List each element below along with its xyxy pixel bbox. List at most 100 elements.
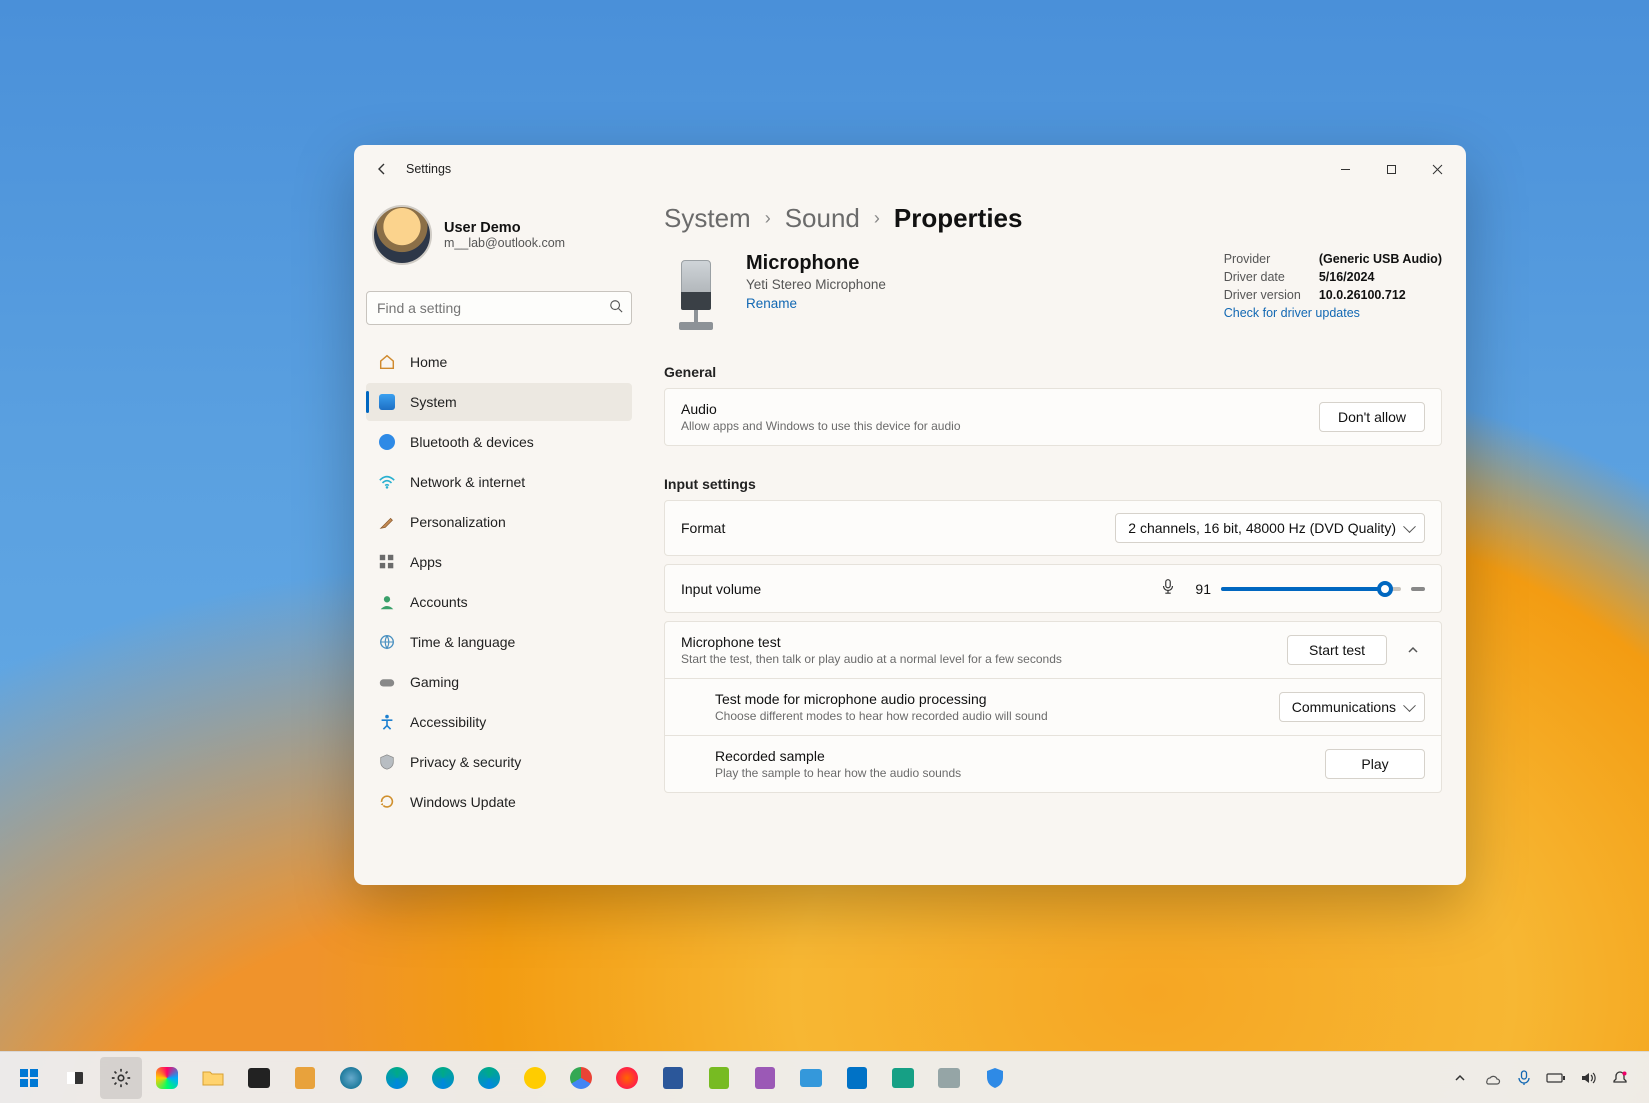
chrome-canary-icon[interactable] [514, 1057, 556, 1099]
nav-label: System [410, 394, 457, 410]
nav-label: Accounts [410, 594, 468, 610]
collapse-chevron[interactable] [1401, 638, 1425, 662]
section-general: General [664, 364, 1442, 380]
outlook-icon[interactable] [836, 1057, 878, 1099]
globe-icon [378, 633, 396, 651]
search-input[interactable] [377, 300, 609, 316]
minimize-button[interactable] [1322, 153, 1368, 185]
crumb-sound[interactable]: Sound [785, 203, 860, 234]
nav-network[interactable]: Network & internet [366, 463, 632, 501]
nav-label: Time & language [410, 634, 515, 650]
explorer-icon[interactable] [192, 1057, 234, 1099]
search-icon [609, 299, 623, 318]
nav-privacy[interactable]: Privacy & security [366, 743, 632, 781]
nav-bluetooth[interactable]: Bluetooth & devices [366, 423, 632, 461]
settings-window: Settings User Demo m__lab@outlook.com [354, 145, 1466, 885]
chevron-right-icon: › [765, 208, 771, 229]
nav-label: Network & internet [410, 474, 525, 490]
word-icon[interactable] [652, 1057, 694, 1099]
format-select[interactable]: 2 channels, 16 bit, 48000 Hz (DVD Qualit… [1115, 513, 1425, 543]
microphone-tray-icon[interactable] [1511, 1062, 1537, 1094]
update-icon [378, 793, 396, 811]
nav-system[interactable]: System [366, 383, 632, 421]
copilot-icon[interactable] [146, 1057, 188, 1099]
wifi-icon [378, 473, 396, 491]
test-mode-select[interactable]: Communications [1279, 692, 1425, 722]
window-title: Settings [406, 162, 451, 176]
firefox-icon[interactable] [606, 1057, 648, 1099]
crumb-system[interactable]: System [664, 203, 751, 234]
nav: Home System Bluetooth & devices Network … [366, 343, 632, 821]
app-icon-2[interactable] [330, 1057, 372, 1099]
volume-card: Input volume 91 [664, 564, 1442, 613]
volume-tray-icon[interactable] [1575, 1062, 1601, 1094]
nav-accessibility[interactable]: Accessibility [366, 703, 632, 741]
play-button[interactable]: Play [1325, 749, 1425, 779]
app-icon-3[interactable] [698, 1057, 740, 1099]
audio-label: Audio [681, 401, 1305, 417]
test-mode-label: Test mode for microphone audio processin… [715, 691, 1265, 707]
nav-label: Personalization [410, 514, 506, 530]
provider-label: Provider [1224, 252, 1301, 266]
avatar [372, 205, 432, 265]
device-title: Microphone [746, 252, 1206, 275]
nav-label: Home [410, 354, 447, 370]
nav-apps[interactable]: Apps [366, 543, 632, 581]
nav-label: Accessibility [410, 714, 486, 730]
main-pane: System › Sound › Properties Microphone Y… [644, 193, 1466, 885]
nav-label: Gaming [410, 674, 459, 690]
sample-label: Recorded sample [715, 748, 1311, 764]
general-card: Audio Allow apps and Windows to use this… [664, 388, 1442, 446]
app-icon-7[interactable] [928, 1057, 970, 1099]
edge-canary-icon[interactable] [376, 1057, 418, 1099]
taskbar [0, 1051, 1649, 1103]
driver-version-value: 10.0.26100.712 [1319, 288, 1442, 302]
volume-slider[interactable] [1221, 587, 1401, 591]
edge-beta-icon[interactable] [422, 1057, 464, 1099]
app-icon-4[interactable] [744, 1057, 786, 1099]
device-subtitle: Yeti Stereo Microphone [746, 277, 1206, 292]
terminal-icon[interactable] [238, 1057, 280, 1099]
dont-allow-button[interactable]: Don't allow [1319, 402, 1425, 432]
test-mode-desc: Choose different modes to hear how recor… [715, 709, 1265, 723]
nav-personalization[interactable]: Personalization [366, 503, 632, 541]
nav-gaming[interactable]: Gaming [366, 663, 632, 701]
breadcrumb: System › Sound › Properties [664, 203, 1442, 234]
nav-label: Privacy & security [410, 754, 521, 770]
search-box[interactable] [366, 291, 632, 325]
device-header: Microphone Yeti Stereo Microphone Rename… [664, 252, 1442, 358]
person-icon [378, 593, 396, 611]
chrome-icon[interactable] [560, 1057, 602, 1099]
driver-update-link[interactable]: Check for driver updates [1224, 306, 1442, 320]
nav-home[interactable]: Home [366, 343, 632, 381]
app-icon-6[interactable] [882, 1057, 924, 1099]
format-card: Format 2 channels, 16 bit, 48000 Hz (DVD… [664, 500, 1442, 556]
driver-info: Provider (Generic USB Audio) Driver date… [1224, 252, 1442, 338]
rename-link[interactable]: Rename [746, 296, 797, 311]
tray-chevron-icon[interactable] [1447, 1062, 1473, 1094]
start-test-button[interactable]: Start test [1287, 635, 1387, 665]
app-icon-5[interactable] [790, 1057, 832, 1099]
close-button[interactable] [1414, 153, 1460, 185]
edge-dev-icon[interactable] [468, 1057, 510, 1099]
driver-version-label: Driver version [1224, 288, 1301, 302]
taskview-icon[interactable] [54, 1057, 96, 1099]
nav-update[interactable]: Windows Update [366, 783, 632, 821]
driver-date-label: Driver date [1224, 270, 1301, 284]
apps-icon [378, 553, 396, 571]
settings-taskbar-icon[interactable] [100, 1057, 142, 1099]
notification-icon[interactable] [1607, 1062, 1633, 1094]
battery-icon[interactable] [1543, 1062, 1569, 1094]
maximize-button[interactable] [1368, 153, 1414, 185]
mic-test-label: Microphone test [681, 634, 1273, 650]
back-button[interactable] [364, 151, 400, 187]
start-button[interactable] [8, 1057, 50, 1099]
profile-block[interactable]: User Demo m__lab@outlook.com [366, 201, 632, 277]
nav-time[interactable]: Time & language [366, 623, 632, 661]
gamepad-icon [378, 673, 396, 691]
sample-desc: Play the sample to hear how the audio so… [715, 766, 1311, 780]
nav-accounts[interactable]: Accounts [366, 583, 632, 621]
onedrive-icon[interactable] [1479, 1062, 1505, 1094]
app-icon-1[interactable] [284, 1057, 326, 1099]
defender-icon[interactable] [974, 1057, 1016, 1099]
